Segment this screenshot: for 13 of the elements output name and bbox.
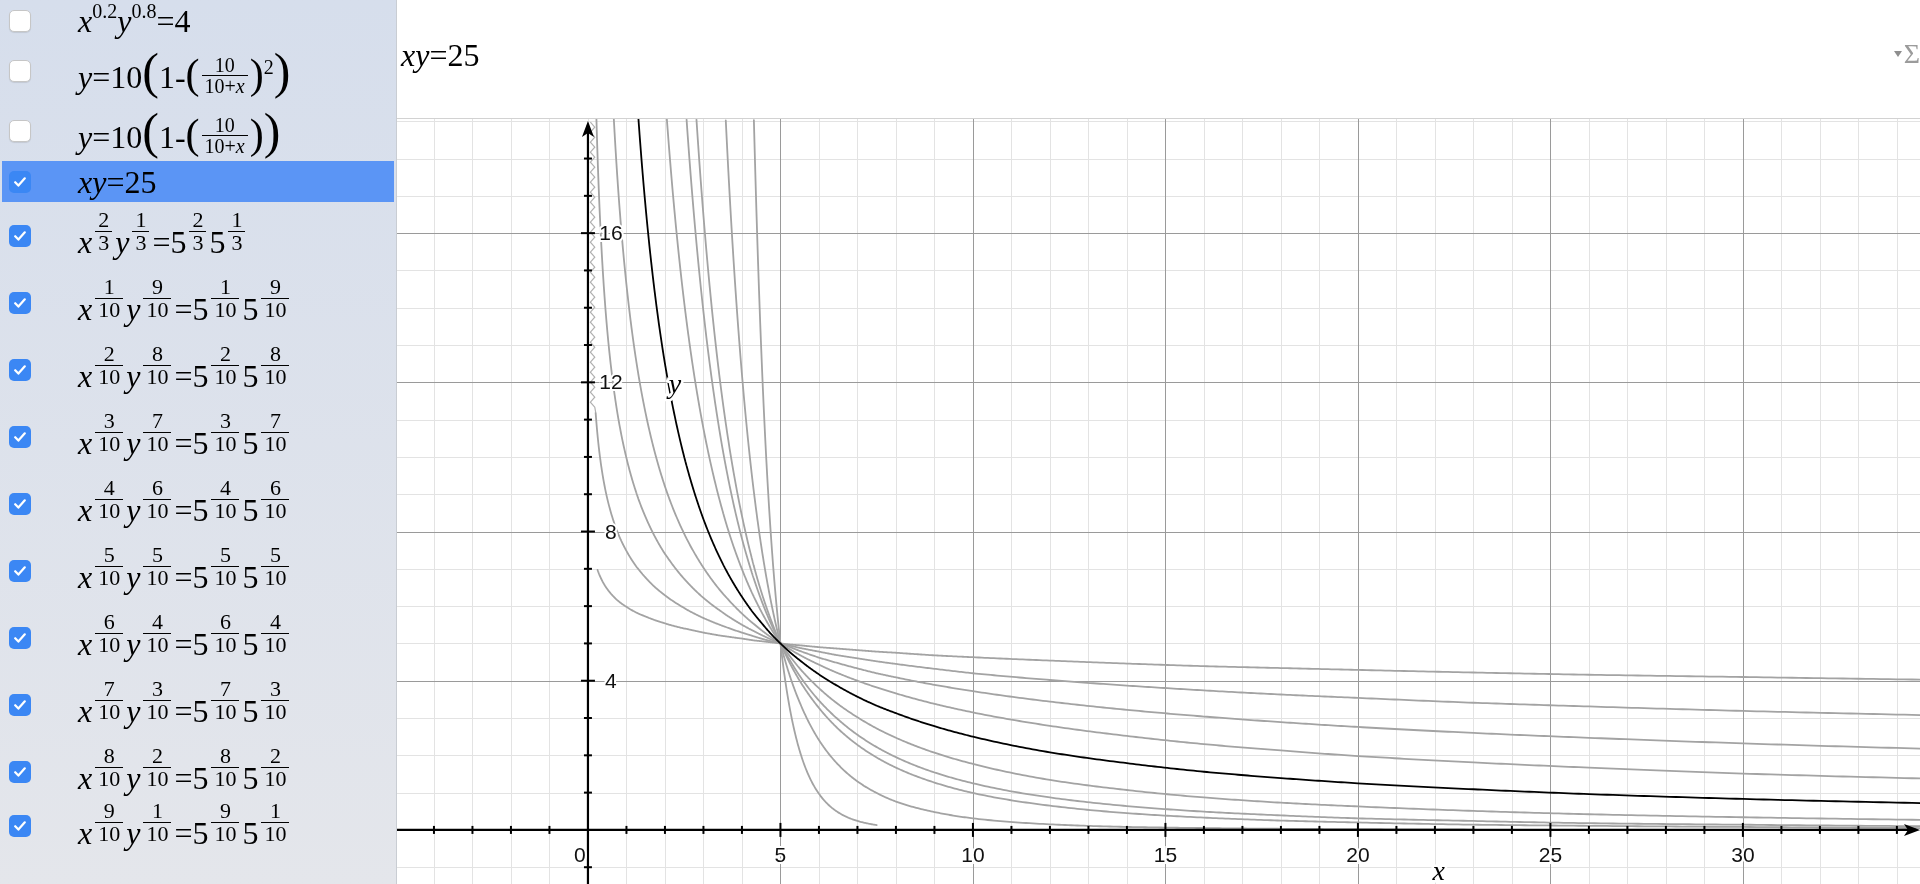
tick-label: 25 bbox=[1538, 842, 1563, 866]
tick-label: 12 bbox=[599, 370, 623, 394]
tick-label: 16 bbox=[599, 221, 623, 245]
equation-text: xy=25 bbox=[78, 162, 157, 202]
tick-label: 15 bbox=[1153, 842, 1178, 866]
tick-label: 4 bbox=[605, 668, 617, 692]
tick-label: 0 bbox=[574, 842, 586, 866]
tick-label: 30 bbox=[1731, 842, 1755, 866]
tick-label: 10 bbox=[961, 842, 985, 866]
axis-label: x bbox=[1432, 855, 1445, 884]
tick-label: 5 bbox=[774, 842, 787, 866]
tick-label: 8 bbox=[605, 519, 617, 543]
tick-label: 20 bbox=[1346, 842, 1370, 866]
